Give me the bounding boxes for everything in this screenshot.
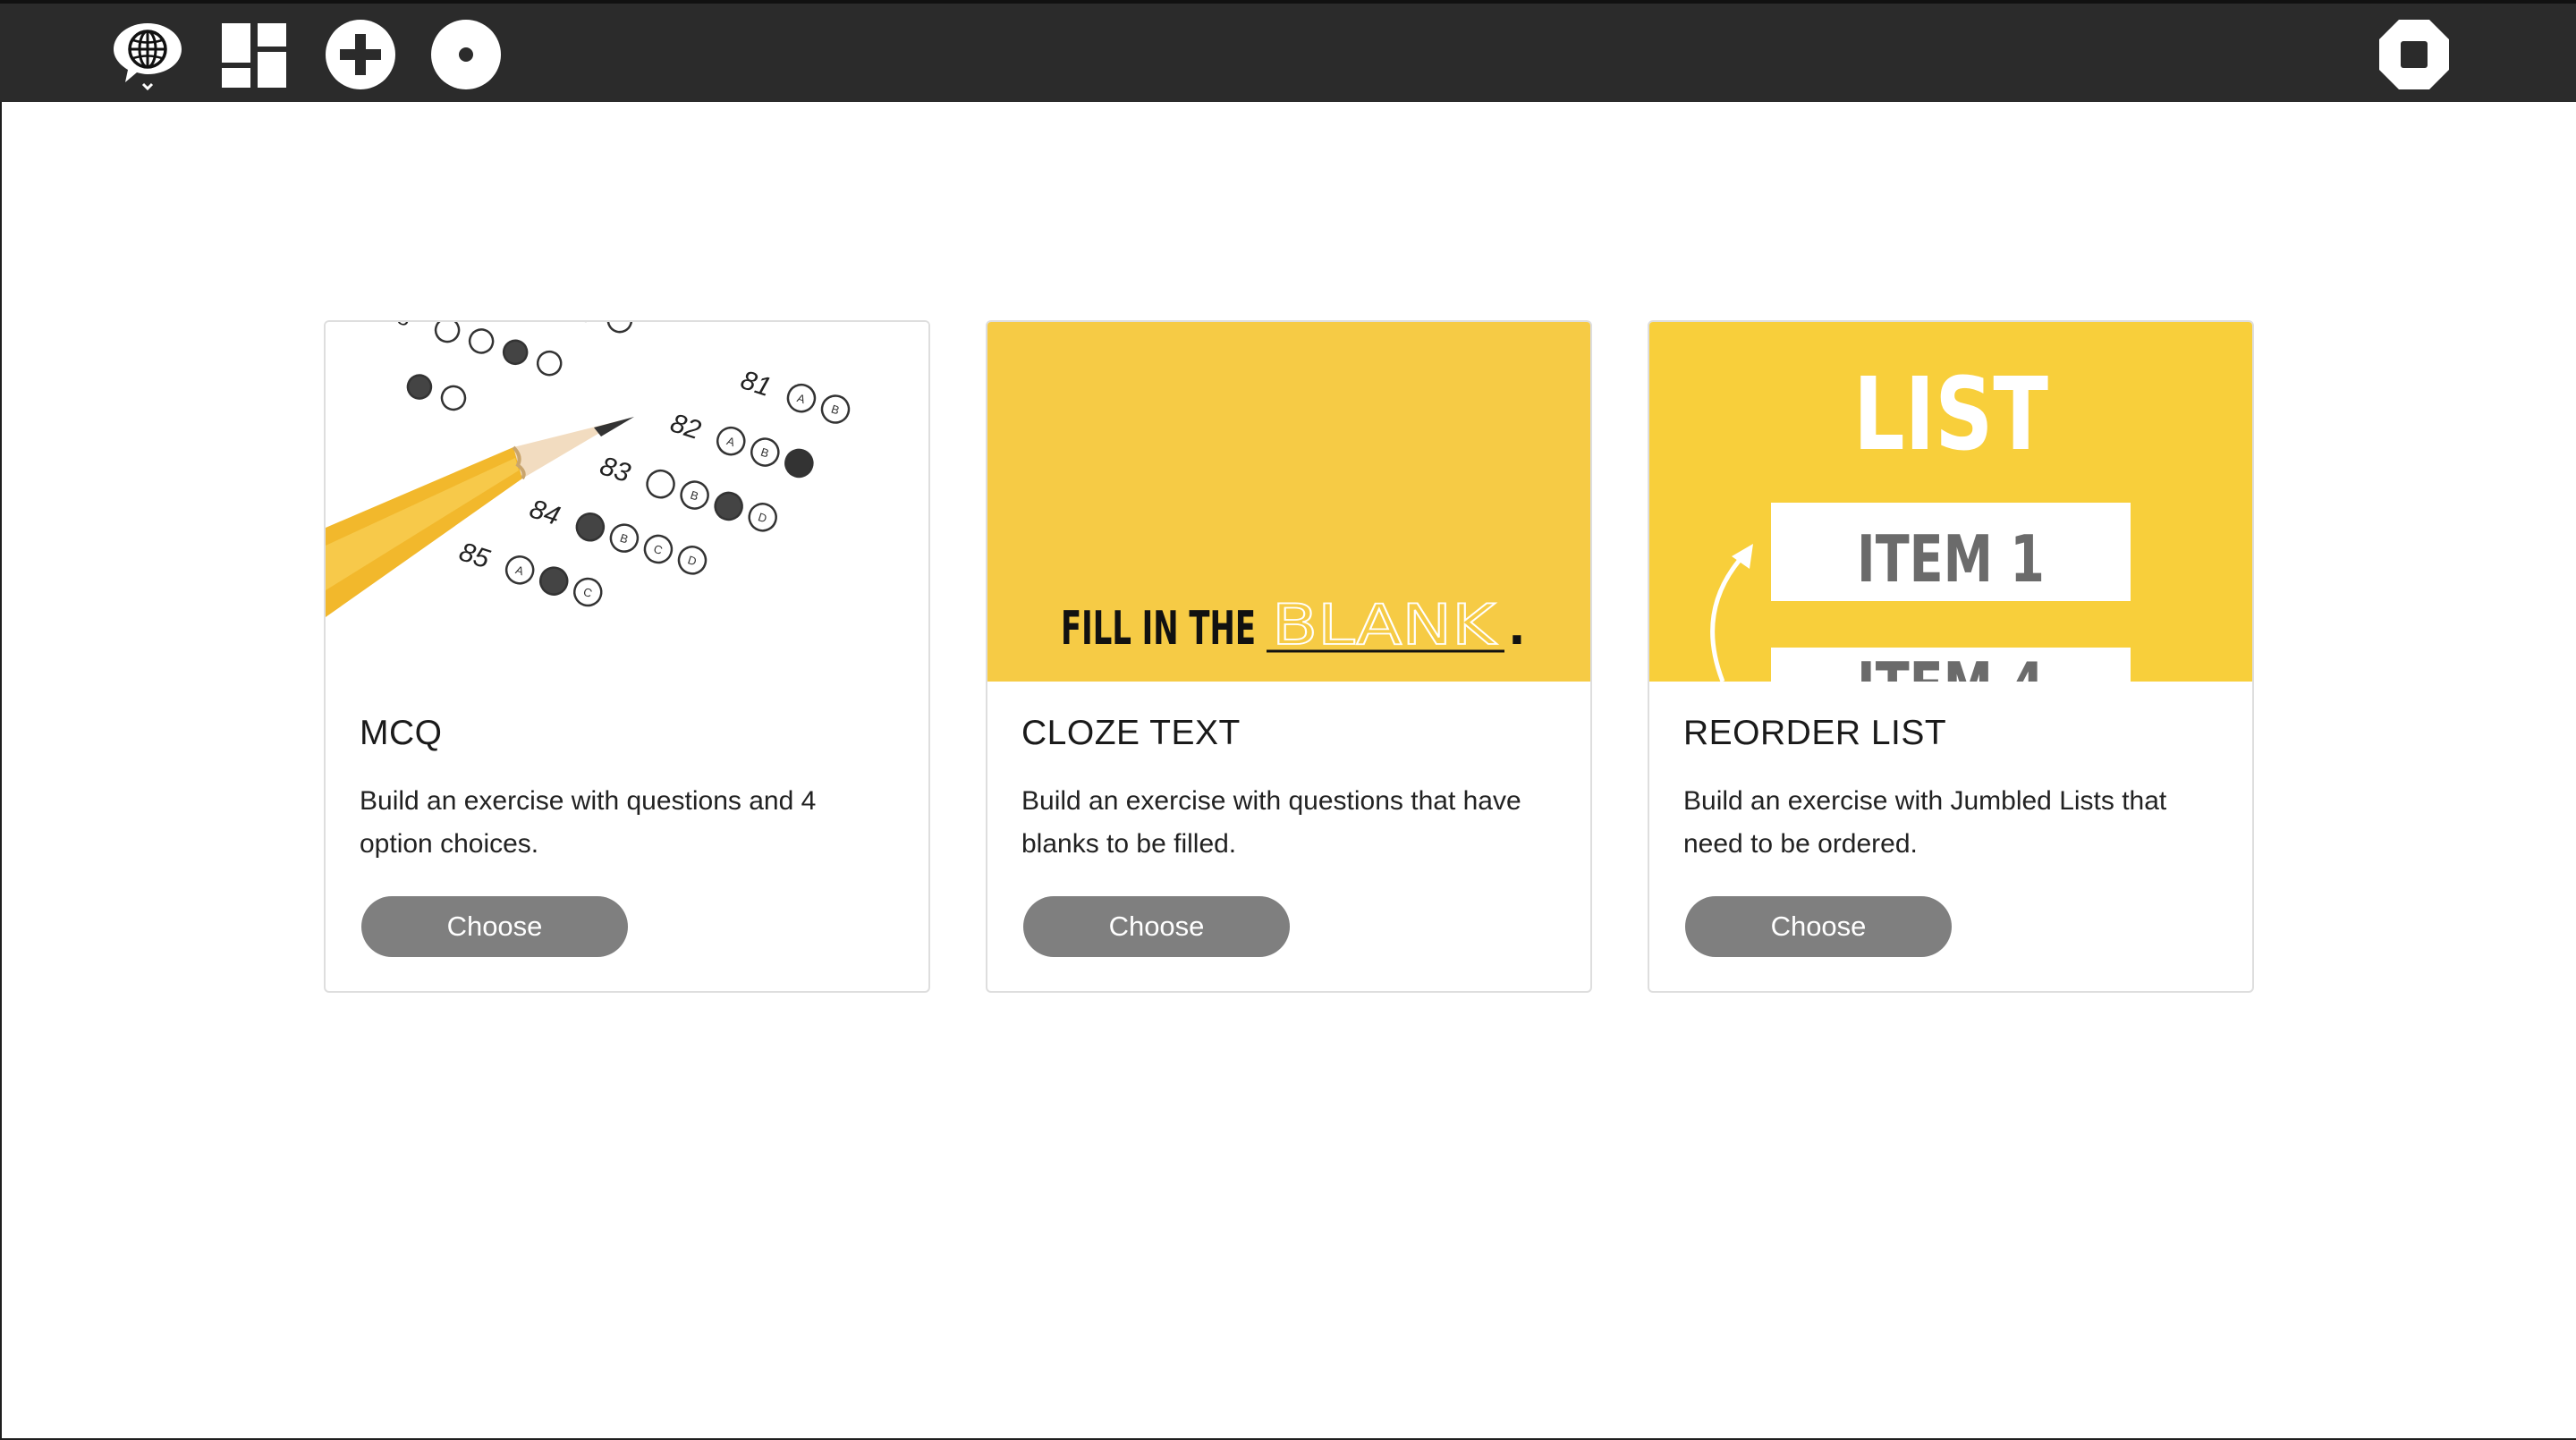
card-reorder-list: LIST ITEM 1 ITEM 4 REORDER LIST Build an… xyxy=(1648,320,2254,993)
stop-icon[interactable] xyxy=(2377,18,2451,91)
choose-mcq-button[interactable]: Choose xyxy=(361,896,628,957)
choose-reorder-list-button[interactable]: Choose xyxy=(1685,896,1952,957)
add-circle-icon[interactable] xyxy=(324,18,397,91)
card-title: REORDER LIST xyxy=(1683,714,1947,752)
record-circle-icon[interactable] xyxy=(429,18,503,91)
card-description: Build an exercise with Jumbled Lists tha… xyxy=(1683,786,2167,859)
top-toolbar xyxy=(0,0,2576,102)
choose-cloze-text-button[interactable]: Choose xyxy=(1023,896,1290,957)
svg-text:ITEM 1: ITEM 1 xyxy=(1857,521,2045,597)
card-cloze-text: FILL IN THE BLANK . CLOZE TEXT Build an … xyxy=(986,320,1592,993)
card-title: CLOZE TEXT xyxy=(1021,714,1241,752)
svg-text:BLANK: BLANK xyxy=(1272,592,1497,657)
svg-text:LIST: LIST xyxy=(1853,357,2048,473)
card-description: Build an exercise with questions that ha… xyxy=(1021,786,1521,859)
card-description: Build an exercise with questions and 4 o… xyxy=(360,786,817,859)
svg-text:ITEM 4: ITEM 4 xyxy=(1857,648,2045,682)
reorder-list-image: LIST ITEM 1 ITEM 4 xyxy=(1649,322,2252,682)
dashboard-grid-icon[interactable] xyxy=(218,18,292,91)
globe-chat-icon[interactable] xyxy=(111,18,184,91)
card-mcq: 81 82 83 84 85 68 xyxy=(324,320,930,993)
card-title: MCQ xyxy=(360,714,443,752)
svg-text:.: . xyxy=(1508,602,1526,656)
svg-text:FILL IN THE: FILL IN THE xyxy=(1061,602,1256,656)
fill-in-the-blank-image: FILL IN THE BLANK . xyxy=(987,322,1590,682)
mcq-answer-sheet-image: 81 82 83 84 85 68 xyxy=(326,322,928,682)
